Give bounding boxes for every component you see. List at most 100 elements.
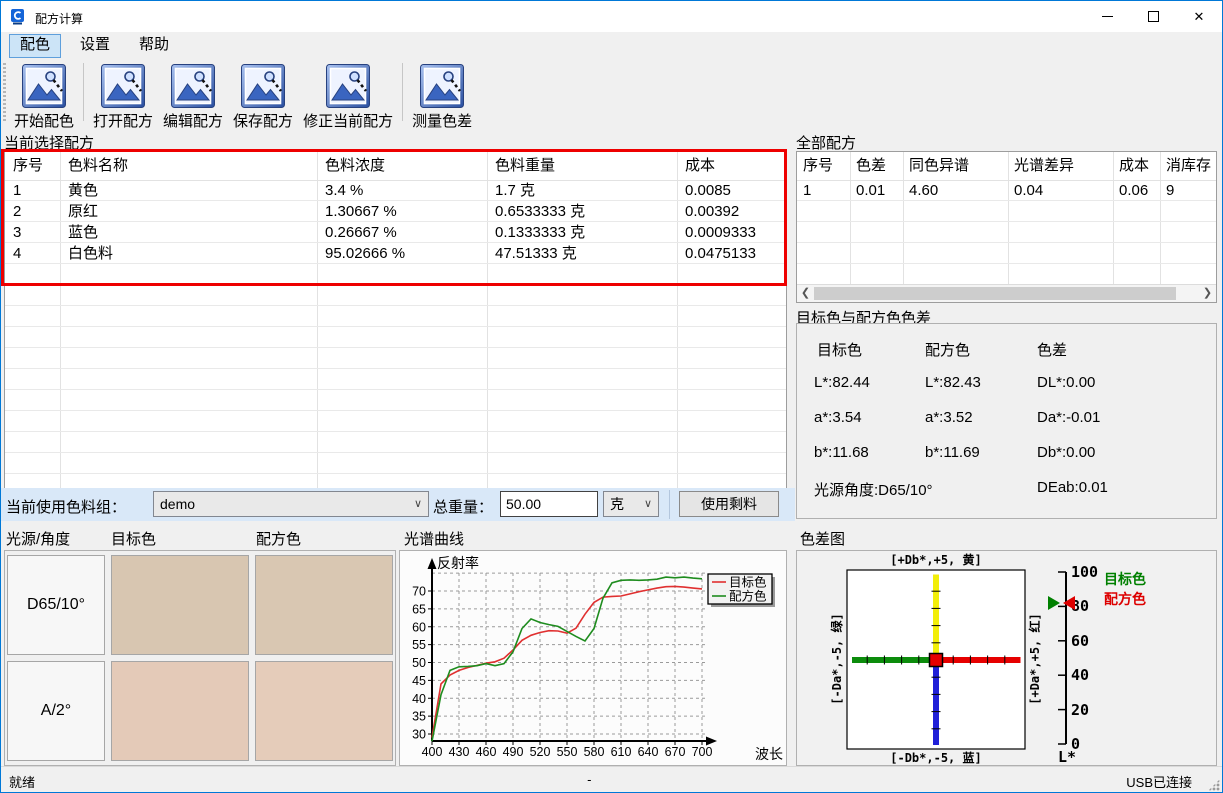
current-recipe-title: 当前选择配方: [4, 132, 94, 153]
formula-swatch-d65: [255, 555, 393, 655]
delta-header: 目标色: [817, 339, 862, 360]
image-icon: [325, 63, 371, 109]
table-row[interactable]: 1黄色3.4 %1.7 克0.0085: [5, 180, 786, 201]
swatch-panel: D65/10° A/2°: [4, 550, 396, 766]
illuminant-cell: A/2°: [7, 661, 105, 761]
color-diff-panel: [+Db*,+5, 黄] [-Db*,-5, 蓝] [-Da*,-5, 绿] […: [796, 550, 1217, 766]
svg-text:65: 65: [412, 602, 426, 616]
menu-item-color-matching[interactable]: 配色: [9, 34, 61, 58]
svg-text:670: 670: [665, 745, 686, 759]
table-row[interactable]: 2原红1.30667 %0.6533333 克0.00392: [5, 201, 786, 222]
table-row[interactable]: 4白色料95.02666 %47.51333 克0.0475133: [5, 243, 786, 264]
toolbar-button-4[interactable]: 保存配方: [228, 61, 298, 133]
toolbar-button-3[interactable]: 编辑配方: [158, 61, 228, 133]
image-icon: [170, 63, 216, 109]
delta-panel: 目标色 配方色 色差 L*:82.44 L*:82.43 DL*:0.00 a*…: [796, 323, 1217, 519]
menu-item-help[interactable]: 帮助: [128, 34, 180, 56]
toolbar-button-5[interactable]: 修正当前配方: [298, 61, 398, 133]
spectral-chart: 4004304604905205505806106406707003035404…: [400, 551, 786, 765]
target-swatch-a2: [111, 661, 249, 761]
toolbar-separator: [402, 63, 403, 121]
col-header: 成本: [685, 152, 715, 180]
col-header: 同色异谱: [909, 152, 969, 180]
menu-bar: 配色 设置 帮助: [1, 32, 1222, 59]
svg-text:45: 45: [412, 674, 426, 688]
svg-text:640: 640: [638, 745, 659, 759]
spectral-curve-title: 光谱曲线: [404, 528, 464, 549]
toolbar-button-label: 打开配方: [93, 110, 153, 131]
all-recipes-title: 全部配方: [796, 132, 856, 153]
target-a: a*:3.54: [814, 409, 862, 426]
axis-label-green: [-Da*,-5, 绿]: [829, 613, 844, 704]
svg-text:目标色: 目标色: [729, 575, 767, 590]
maximize-icon: [1148, 11, 1159, 22]
resize-grip[interactable]: [1208, 779, 1220, 791]
svg-text:60: 60: [1071, 632, 1089, 650]
chevron-down-icon: ∨: [644, 492, 652, 516]
table-row[interactable]: 3蓝色0.26667 %0.1333333 克0.0009333: [5, 222, 786, 243]
illuminant-angle: 光源角度:D65/10°: [814, 479, 933, 500]
separator: [669, 490, 670, 519]
use-leftover-button[interactable]: 使用剩料: [679, 491, 779, 517]
legend-formula: 配方色: [1104, 591, 1146, 607]
svg-text:35: 35: [412, 710, 426, 724]
svg-text:配方色: 配方色: [729, 589, 767, 604]
color-diff-chart: [+Db*,+5, 黄] [-Db*,-5, 蓝] [-Da*,-5, 绿] […: [797, 551, 1216, 765]
delta-header: 色差: [1037, 339, 1067, 360]
toolbar-button-6[interactable]: 测量色差: [407, 61, 477, 133]
svg-text:400: 400: [422, 745, 443, 759]
toolbar-button-label: 测量色差: [412, 110, 472, 131]
legend-target: 目标色: [1104, 571, 1146, 587]
current-recipe-table: 序号 色料名称 色料浓度 色料重量 成本 1黄色3.4 %1.7 克0.0085…: [4, 151, 787, 491]
image-icon: [100, 63, 146, 109]
toolbar-button-1[interactable]: 开始配色: [9, 61, 79, 133]
unit-select[interactable]: 克 ∨: [603, 491, 659, 517]
svg-text:550: 550: [557, 745, 578, 759]
toolbar-button-label: 修正当前配方: [303, 110, 393, 131]
scroll-left-icon[interactable]: ❮: [797, 285, 814, 302]
image-icon: [419, 63, 465, 109]
col-header: 色料浓度: [325, 152, 385, 180]
scrollbar-thumb[interactable]: [814, 287, 1176, 300]
target-swatch-d65: [111, 555, 249, 655]
image-icon: [21, 63, 67, 109]
color-diff-chart-title: 色差图: [800, 528, 845, 549]
toolbar-button-label: 开始配色: [14, 110, 74, 131]
total-weight-input[interactable]: 50.00: [500, 491, 598, 517]
svg-text:70: 70: [412, 585, 426, 599]
formula-swatch-a2: [255, 661, 393, 761]
colorant-group-label: 当前使用色料组：: [6, 496, 126, 517]
toolbar-button-2[interactable]: 打开配方: [88, 61, 158, 133]
spectral-chart-panel: 4004304604905205505806106406707003035404…: [399, 550, 787, 766]
controls-bar: 当前使用色料组： demo ∨ 总重量： 50.00 克 ∨ 使用剩料: [1, 488, 795, 521]
svg-text:40: 40: [1071, 666, 1089, 684]
formula-b: b*:11.69: [925, 444, 980, 461]
target-b: b*:11.68: [814, 444, 869, 461]
svg-text:60: 60: [412, 620, 426, 634]
col-header: 成本: [1119, 152, 1149, 180]
svg-text:580: 580: [584, 745, 605, 759]
status-right: USB已连接: [1126, 772, 1192, 791]
total-weight-label: 总重量：: [433, 496, 493, 517]
axis-label-red: [+Da*,+5, 红]: [1027, 613, 1042, 704]
menu-item-settings[interactable]: 设置: [69, 34, 121, 56]
close-button[interactable]: ✕: [1176, 1, 1222, 32]
col-header: 色料名称: [68, 152, 128, 180]
table-row[interactable]: 10.014.600.040.069: [797, 180, 1216, 201]
chevron-down-icon: ∨: [414, 492, 422, 516]
app-window: 配方计算 ✕ 配色 设置 帮助 开始配色打开配方编辑配方保存配方修正当前配方测量…: [0, 0, 1223, 793]
all-recipes-table: 序号 色差 同色异谱 光谱差异 成本 消库存 10.014.600.040.06…: [796, 151, 1217, 303]
horizontal-scrollbar[interactable]: ❮ ❯: [797, 284, 1216, 302]
svg-text:610: 610: [611, 745, 632, 759]
scroll-right-icon[interactable]: ❯: [1199, 285, 1216, 302]
lstar-label: L*: [1058, 748, 1076, 765]
col-header: 序号: [803, 152, 833, 180]
svg-text:20: 20: [1071, 701, 1089, 719]
col-header: 色差: [856, 152, 886, 180]
delta-L: DL*:0.00: [1037, 374, 1095, 391]
minimize-button[interactable]: [1084, 1, 1130, 32]
col-header: 色料重量: [495, 152, 555, 180]
maximize-button[interactable]: [1130, 1, 1176, 32]
colorant-group-select[interactable]: demo ∨: [153, 491, 429, 517]
target-color-header: 目标色: [111, 528, 156, 549]
